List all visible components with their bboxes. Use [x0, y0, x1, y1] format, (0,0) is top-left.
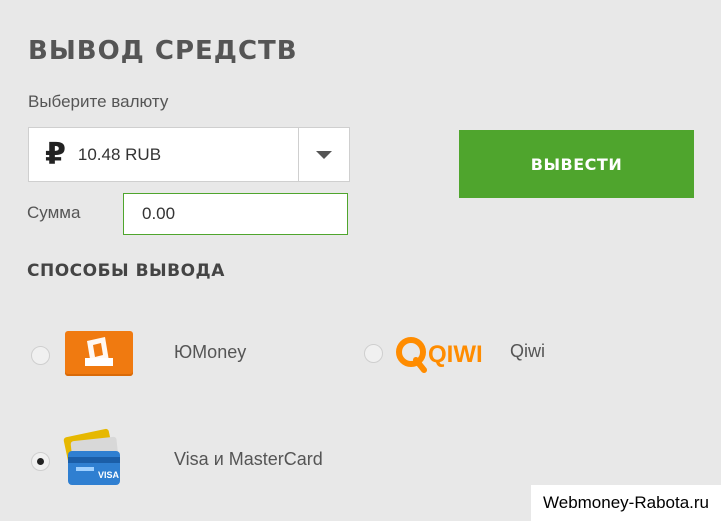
qiwi-logo-text: QIWI: [428, 341, 483, 368]
qiwi-radio[interactable]: [364, 344, 383, 363]
amount-label: Сумма: [27, 203, 81, 222]
currency-dropdown-button[interactable]: [298, 128, 349, 181]
page-title: ВЫВОД СРЕДСТВ: [28, 36, 298, 66]
ruble-icon: ₽: [45, 137, 66, 172]
method-label-qiwi: Qiwi: [510, 341, 545, 361]
credit-cards-icon[interactable]: VISA: [58, 427, 128, 489]
methods-title: СПОСОБЫ ВЫВОДА: [27, 261, 225, 281]
currency-select[interactable]: ₽ 10.48 RUB: [28, 127, 350, 182]
chevron-down-icon: [316, 150, 332, 159]
method-label-yumoney: ЮMoney: [174, 342, 247, 362]
amount-input[interactable]: [123, 193, 348, 235]
withdraw-button[interactable]: ВЫВЕСТИ: [459, 130, 694, 198]
currency-label: Выберите валюту: [28, 92, 169, 111]
visa-logo-text: VISA: [98, 470, 120, 480]
yumoney-icon[interactable]: [65, 331, 133, 376]
watermark: Webmoney-Rabota.ru: [531, 485, 721, 521]
cards-radio[interactable]: [31, 452, 50, 471]
yumoney-radio[interactable]: [31, 346, 50, 365]
currency-value: 10.48 RUB: [77, 144, 162, 164]
method-label-cards: Visa и MasterCard: [174, 449, 323, 469]
qiwi-icon[interactable]: QIWI: [394, 334, 490, 374]
